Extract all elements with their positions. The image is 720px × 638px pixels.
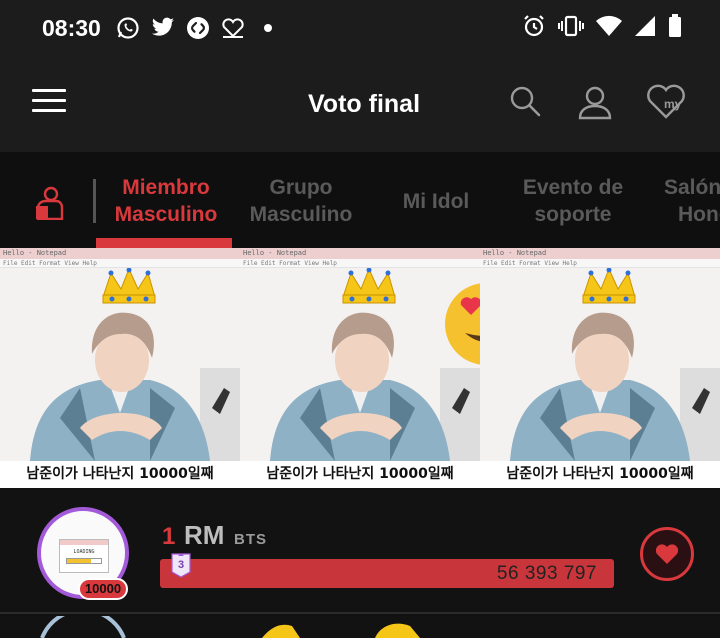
my-heart-icon[interactable]: my	[645, 84, 687, 120]
person-filter-icon[interactable]	[34, 186, 64, 221]
tab-mi-idol[interactable]: Mi Idol	[396, 188, 476, 215]
rank-change-badge: 3	[170, 552, 192, 578]
tab-label-line2: soporte	[534, 203, 612, 226]
rank-number: 1	[162, 523, 176, 550]
heart-chat-icon	[220, 15, 246, 41]
dot-icon	[255, 15, 281, 41]
tab-divider	[93, 179, 96, 223]
artist-name: RM	[184, 520, 225, 550]
banner-panel: Hello - Notepad File Edit Format View He…	[0, 248, 240, 488]
vote-count: 56 393 797	[496, 563, 597, 584]
tab-label-line1: Salón	[664, 176, 720, 199]
notepad-menu: File Edit Format View Help	[0, 259, 240, 268]
battery-icon	[668, 13, 682, 43]
notepad-title: Hello - Notepad	[480, 248, 720, 259]
tab-salon-hono[interactable]: Salón Hono	[664, 174, 720, 228]
profile-icon[interactable]	[577, 84, 613, 120]
tab-label-line2: Masculino	[114, 203, 218, 226]
shazam-icon	[185, 15, 211, 41]
notepad-menu: File Edit Format View Help	[480, 259, 720, 268]
twitter-icon	[150, 15, 176, 41]
active-tab-indicator	[96, 238, 232, 248]
app-bar: Voto final my	[0, 56, 720, 152]
ranking-row-next[interactable]	[0, 616, 720, 638]
tab-evento-de-soporte[interactable]: Evento de soporte	[520, 174, 626, 228]
vote-heart-button[interactable]	[640, 527, 694, 581]
wifi-icon	[596, 15, 622, 42]
banner-panel: Hello - Notepad File Edit Format View He…	[480, 248, 720, 488]
ranking-row[interactable]: LOADING 10000 1 RM BTS 56 393 797 3	[0, 488, 720, 614]
tab-label-line2: Hono	[678, 203, 720, 226]
tab-label-line2: Masculino	[249, 203, 353, 226]
search-icon[interactable]	[508, 84, 544, 120]
idol-photo	[510, 268, 720, 461]
rank-change-value: 3	[177, 559, 185, 571]
banner-caption: 남준이가 나타난지 10000일째	[240, 461, 480, 488]
whatsapp-icon	[115, 15, 141, 41]
banner-panel: Hello - Notepad File Edit Format View He…	[240, 248, 480, 488]
tab-label-line1: Mi Idol	[402, 190, 470, 213]
avatar-loading-window: LOADING	[59, 539, 109, 573]
avatar-loading-text: LOADING	[73, 549, 95, 555]
count-badge: 10000	[78, 578, 128, 600]
notepad-title: Hello - Notepad	[0, 248, 240, 259]
tab-label-line1: Evento de	[522, 176, 624, 199]
banner-caption: 남준이가 나타난지 10000일째	[480, 461, 720, 488]
alarm-icon	[522, 14, 546, 43]
banner-image[interactable]: Hello - Notepad File Edit Format View He…	[0, 248, 720, 488]
notepad-title: Hello - Notepad	[240, 248, 480, 259]
signal-icon	[634, 15, 656, 42]
notepad-menu: File Edit Format View Help	[240, 259, 480, 268]
tab-label-line1: Grupo	[269, 176, 333, 199]
tab-miembro-masculino[interactable]: Miembro Masculino	[113, 174, 219, 228]
tab-label-line1: Miembro	[122, 176, 210, 199]
vibrate-icon	[558, 14, 584, 43]
status-bar: 08:30	[0, 0, 720, 56]
idol-photo	[30, 268, 240, 461]
heart-eyes-emoji-icon	[445, 283, 480, 365]
heart-icon	[655, 544, 679, 564]
category-tabs: Miembro Masculino Grupo Masculino Mi Ido…	[0, 152, 720, 248]
tab-grupo-masculino[interactable]: Grupo Masculino	[248, 174, 354, 228]
my-label: my	[664, 97, 682, 111]
group-name: BTS	[234, 531, 267, 548]
vote-progress-bar: 56 393 797	[160, 559, 614, 588]
next-row-preview	[40, 616, 420, 638]
banner-caption: 남준이가 나타난지 10000일째	[0, 461, 240, 488]
clock: 08:30	[42, 14, 101, 41]
